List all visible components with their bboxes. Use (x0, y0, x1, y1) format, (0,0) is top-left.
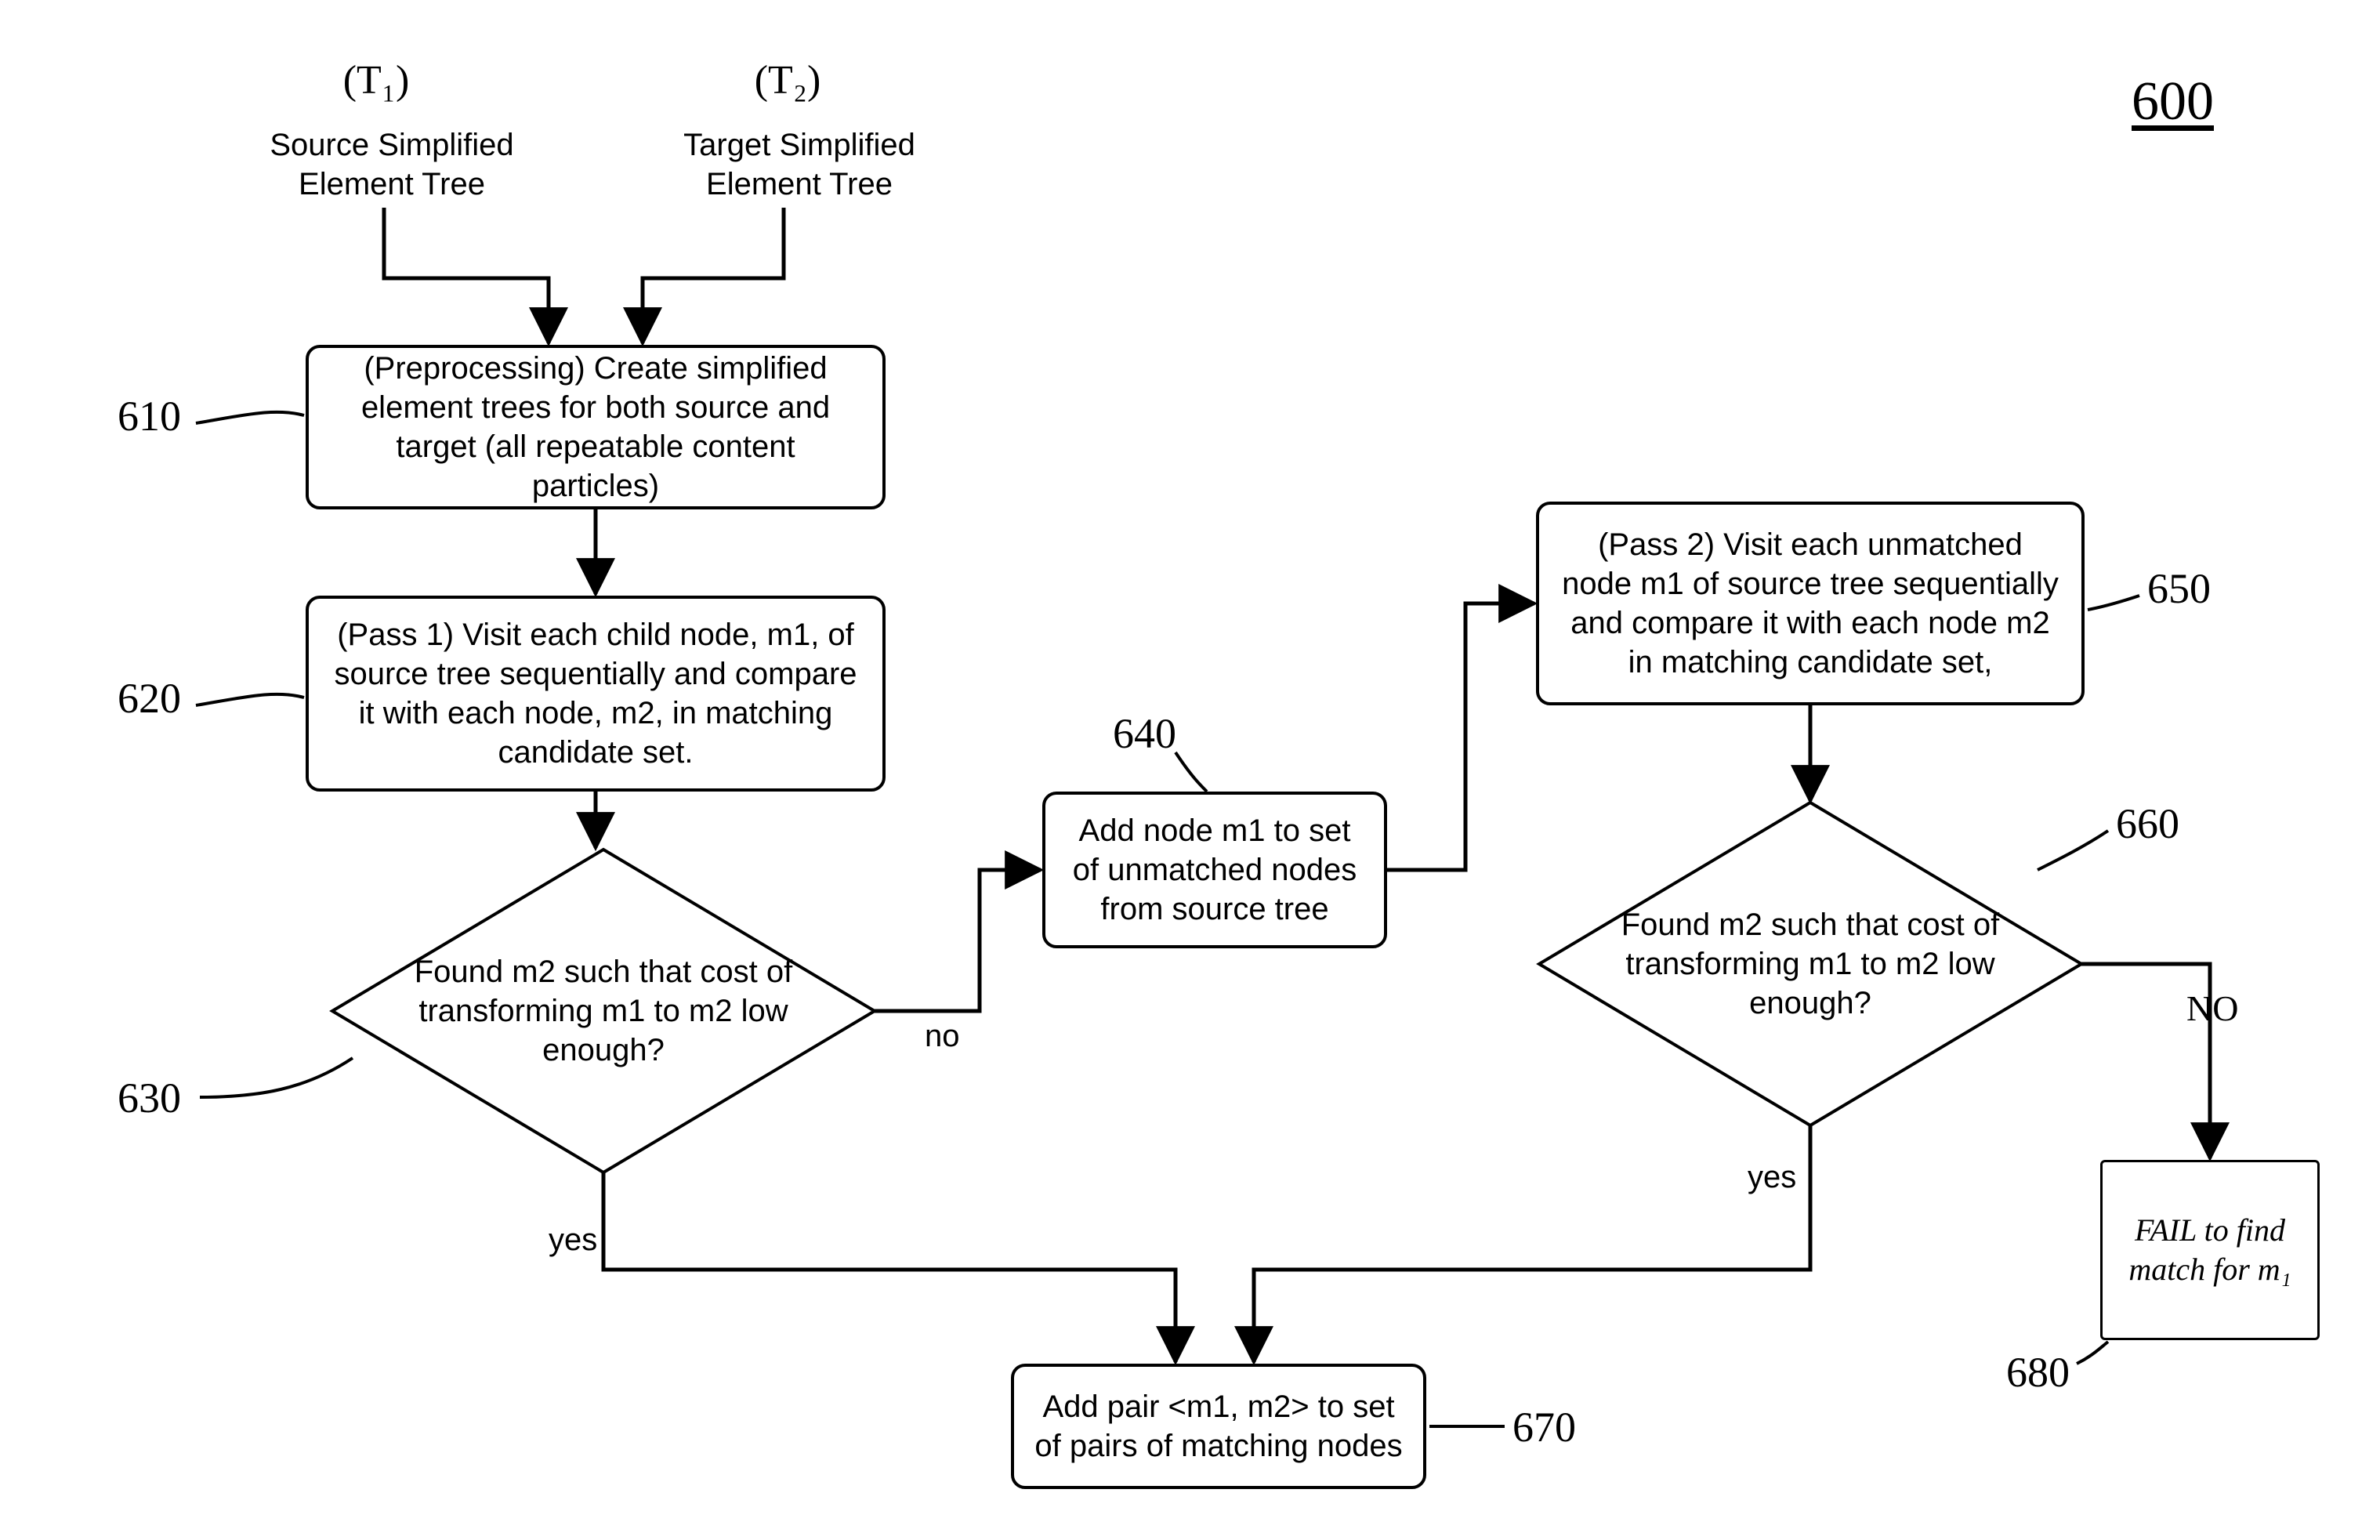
edge-630-no: no (925, 1019, 960, 1054)
edge-660-yes: yes (1748, 1160, 1796, 1195)
node-620-text: (Pass 1) Visit each child node, m1, of s… (329, 615, 862, 772)
figure-ref-600: 600 (2132, 71, 2214, 133)
node-640: Add node m1 to set of unmatched nodes fr… (1042, 792, 1387, 948)
ref-670: 670 (1512, 1403, 1576, 1451)
input-t2-symbol: (T₂) (741, 55, 835, 106)
ref-630: 630 (118, 1074, 181, 1122)
node-670-text: Add pair <m1, m2> to set of pairs of mat… (1034, 1387, 1403, 1466)
node-670: Add pair <m1, m2> to set of pairs of mat… (1011, 1364, 1426, 1489)
ref-640: 640 (1113, 709, 1176, 758)
ref-650: 650 (2147, 564, 2211, 613)
ref-620: 620 (118, 674, 181, 723)
node-680: FAIL to find match for m₁ (2100, 1160, 2320, 1340)
node-650: (Pass 2) Visit each unmatched node m1 of… (1536, 502, 2085, 705)
input-t1-label: Source Simplified Element Tree (259, 125, 525, 204)
edge-630-yes: yes (549, 1223, 597, 1258)
ref-610: 610 (118, 392, 181, 440)
node-640-text: Add node m1 to set of unmatched nodes fr… (1066, 811, 1364, 929)
input-t1-symbol: (T₁) (329, 55, 423, 106)
node-660 (1536, 799, 2085, 1129)
ref-660: 660 (2116, 799, 2179, 848)
node-630 (329, 846, 878, 1176)
node-650-text: (Pass 2) Visit each unmatched node m1 of… (1559, 525, 2061, 682)
ref-680: 680 (2006, 1348, 2070, 1397)
node-620: (Pass 1) Visit each child node, m1, of s… (306, 596, 886, 792)
edge-660-no: NO (2186, 987, 2238, 1029)
flowchart-canvas: 600 (T₁) Source Simplified Element Tree … (0, 0, 2380, 1540)
input-t2-label: Target Simplified Element Tree (666, 125, 933, 204)
node-610: (Preprocessing) Create simplified elemen… (306, 345, 886, 509)
node-680-text: FAIL to find match for m₁ (2123, 1211, 2297, 1289)
node-610-text: (Preprocessing) Create simplified elemen… (329, 349, 862, 505)
